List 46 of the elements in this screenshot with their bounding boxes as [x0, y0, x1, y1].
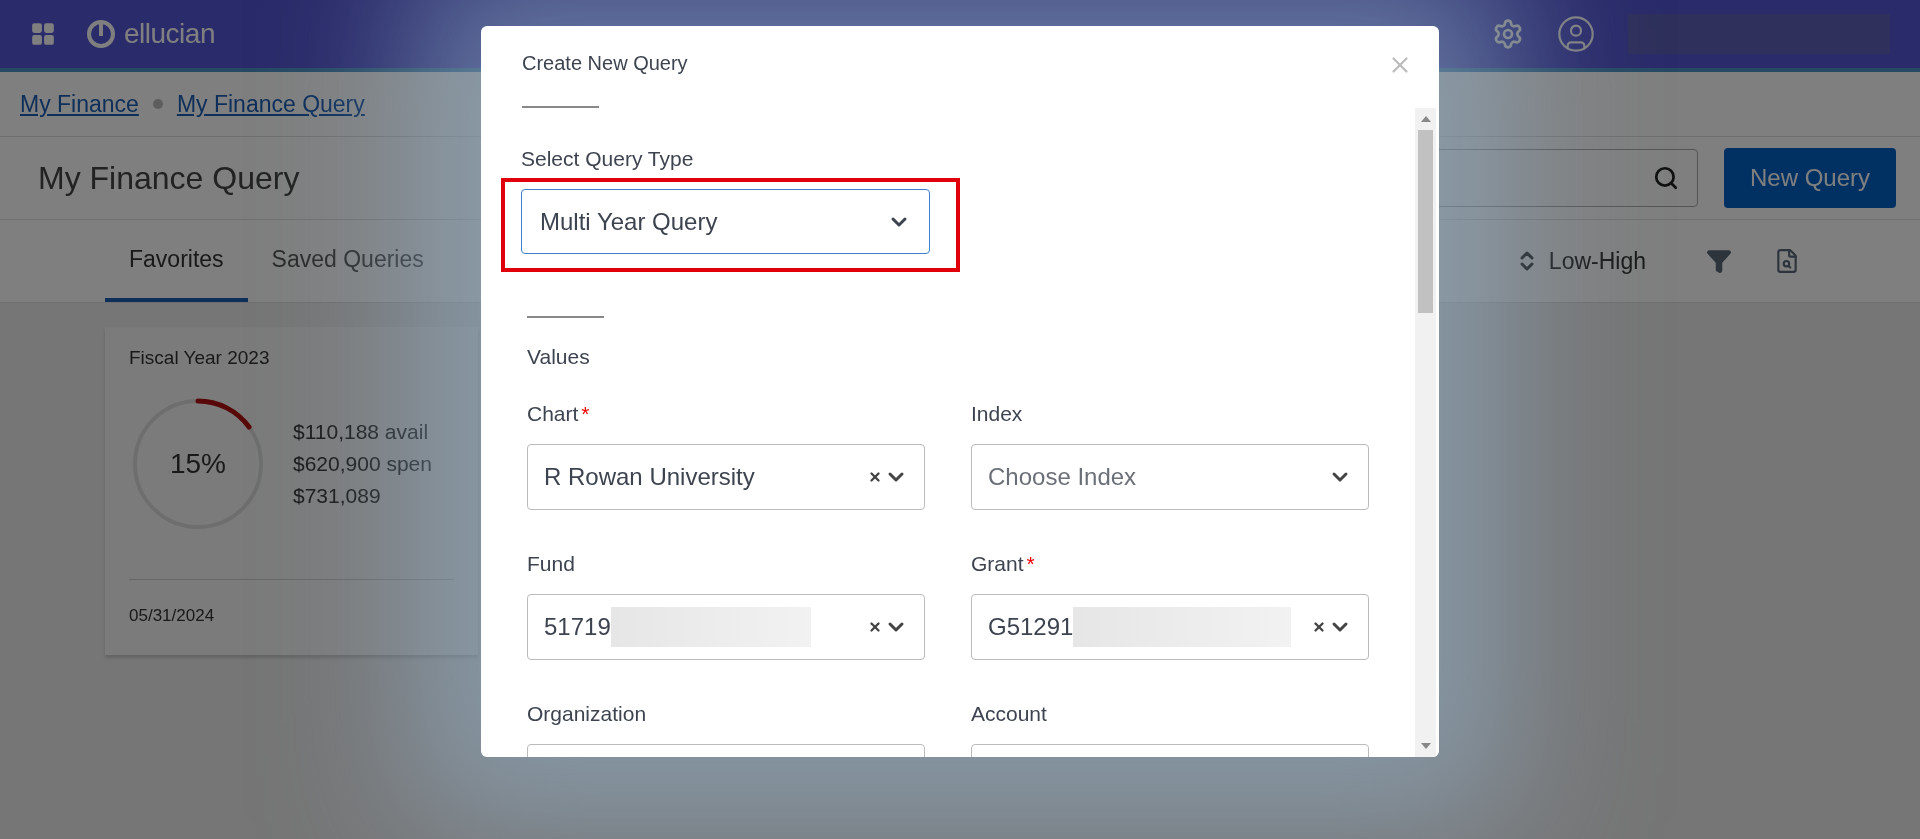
- field-label: Fund: [527, 552, 575, 576]
- field-label: Chart: [527, 402, 579, 426]
- search-icon[interactable]: [1652, 165, 1679, 191]
- page-title: My Finance Query: [38, 159, 300, 197]
- logo-text: ellucian: [124, 18, 215, 50]
- logo-icon: [86, 19, 116, 49]
- clear-icon[interactable]: [1312, 620, 1326, 634]
- tab[interactable]: Saved Queries: [247, 220, 448, 302]
- new-query-button[interactable]: New Query: [1723, 148, 1896, 208]
- clear-icon[interactable]: [868, 470, 882, 484]
- breadcrumb-separator-icon: [152, 99, 163, 109]
- clear-icon[interactable]: [868, 620, 882, 634]
- scroll-down-arrow-icon[interactable]: [1420, 743, 1431, 749]
- amount-text: $620,900 spen: [293, 452, 432, 476]
- required-asterisk: *: [1026, 552, 1035, 576]
- scrollbar[interactable]: [1415, 108, 1436, 757]
- amount-text: $110,188 avail: [293, 420, 430, 444]
- field-label: Select Query Type: [521, 147, 694, 171]
- apps-grid-icon[interactable]: [30, 21, 56, 47]
- field-label: Organization: [527, 702, 647, 726]
- required-asterisk: *: [581, 402, 590, 426]
- query-card[interactable]: Fiscal Year 2023 15% $110,188 avail $620,900 spen $731,089 05/31/2024: [105, 327, 478, 655]
- select-field[interactable]: Choose Index: [971, 444, 1369, 510]
- field-label: Account: [971, 702, 1047, 726]
- scroll-up-arrow-icon[interactable]: [1420, 116, 1431, 122]
- select-field[interactable]: 51719: [527, 594, 925, 660]
- field-label: Grant: [971, 552, 1024, 576]
- query-type-select[interactable]: Multi Year Query: [521, 189, 930, 254]
- field-label: Index: [971, 402, 1023, 426]
- gauge-reading: 15%: [170, 448, 226, 480]
- section-heading: Values: [527, 345, 590, 369]
- sort-button[interactable]: Low-High: [1508, 246, 1652, 276]
- breadcrumb-link[interactable]: My Finance: [20, 90, 139, 118]
- filter-icon[interactable]: [1706, 248, 1732, 274]
- select-field[interactable]: R Rowan University: [527, 444, 925, 510]
- select-field[interactable]: G51291: [971, 594, 1369, 660]
- card-date: 05/31/2024: [129, 606, 216, 626]
- user-avatar-icon[interactable]: [1556, 14, 1596, 54]
- tab[interactable]: Favorites: [105, 220, 248, 302]
- breadcrumb-link[interactable]: My Finance Query: [176, 90, 365, 118]
- dialog-title: Create New Query: [522, 52, 688, 75]
- scrollbar-thumb[interactable]: [1418, 130, 1433, 313]
- card-title: Fiscal Year 2023: [129, 347, 271, 369]
- document-search-icon[interactable]: [1774, 248, 1800, 274]
- amount-text: $731,089: [293, 484, 382, 508]
- settings-icon[interactable]: [1492, 18, 1524, 50]
